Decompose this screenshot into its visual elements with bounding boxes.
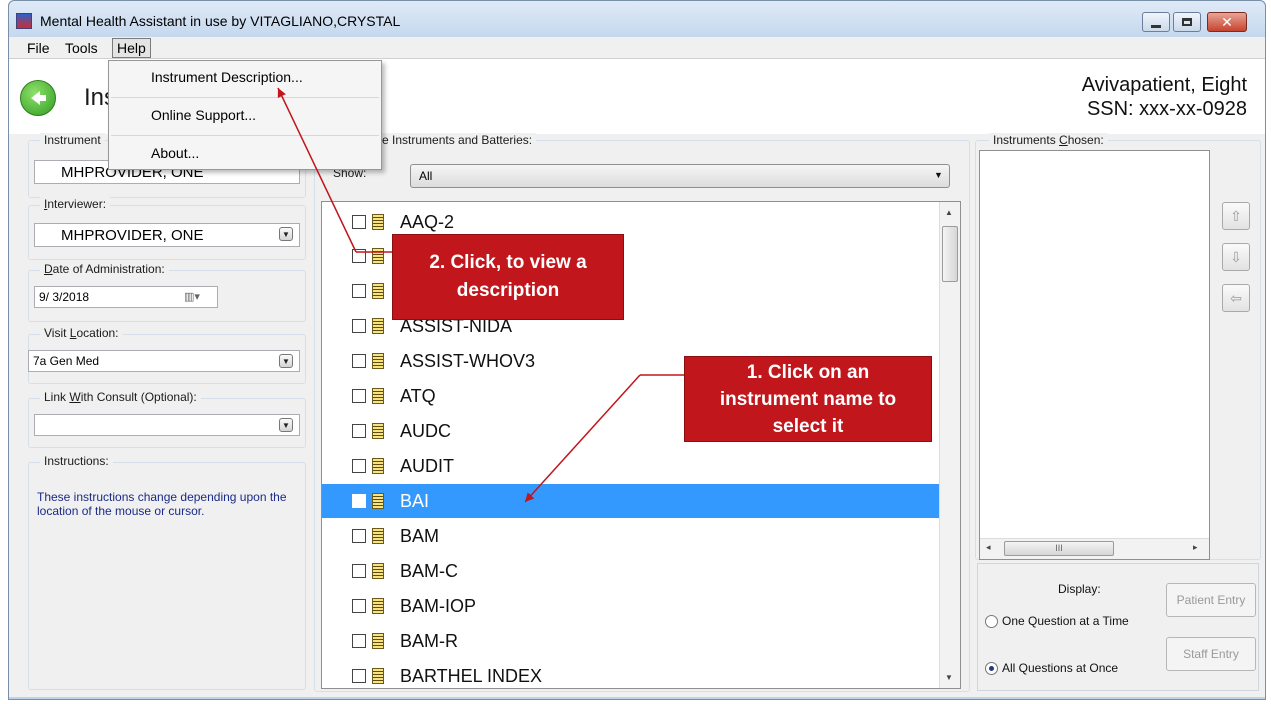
arrow-step-2-pointer xyxy=(277,87,357,253)
arrow-step-1-pointer xyxy=(524,374,641,503)
annotation-arrows xyxy=(277,87,684,503)
